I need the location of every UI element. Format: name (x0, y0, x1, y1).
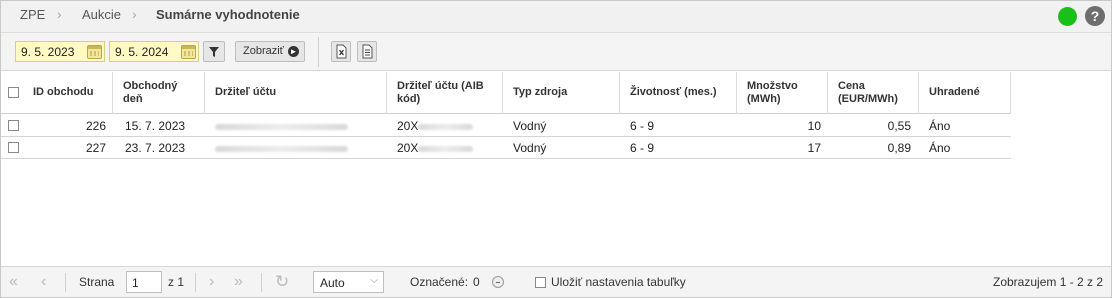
row-checkbox[interactable] (8, 120, 19, 131)
column-header-paid[interactable]: Uhradené (919, 72, 1011, 114)
pager-summary: Zobrazujem 1 - 2 z 2 (993, 275, 1104, 289)
cell-id: 227 (85, 141, 106, 155)
filter-button[interactable] (203, 41, 225, 62)
column-header-holder[interactable]: Držiteľ účtu (205, 72, 387, 114)
refresh-icon[interactable]: ↻ (275, 272, 289, 292)
calendar-icon[interactable] (181, 45, 196, 59)
date-from-field[interactable]: 9. 5. 2023 (15, 41, 105, 62)
selected-label: Označené: (410, 275, 469, 289)
header-bar: ZPE › Aukcie › Sumárne vyhodnotenie ? (1, 1, 1111, 33)
toolbar-divider (318, 37, 319, 67)
cell-paid: Áno (929, 141, 951, 155)
page-label: Strana (79, 275, 115, 289)
column-header-label: Typ zdroja (513, 86, 568, 98)
select-all-cell (1, 72, 23, 114)
cell-life: 6 - 9 (630, 141, 655, 155)
first-page-icon[interactable]: « (9, 273, 18, 291)
date-from-value: 9. 5. 2023 (21, 45, 75, 59)
cell-id: 226 (85, 119, 106, 133)
minus-circle-icon[interactable] (492, 276, 504, 288)
filter-icon (209, 47, 219, 57)
column-header-life[interactable]: Životnosť (mes.) (620, 72, 737, 114)
help-icon[interactable]: ? (1085, 6, 1105, 26)
redacted-holder (215, 124, 348, 130)
column-header-label: Množstvo (MWh) (747, 80, 798, 105)
column-header-label: Cena (EUR/MWh) (838, 80, 898, 105)
table-row[interactable]: 226 15. 7. 2023 20X Vodný 6 - 9 10 0,55 … (1, 115, 1011, 137)
column-header-label: Životnosť (mes.) (630, 86, 717, 98)
column-header-label: Držiteľ účtu (215, 86, 277, 98)
cell-aib-prefix: 20X (397, 141, 419, 155)
breadcrumb-separator-icon: › (132, 6, 137, 22)
document-export-icon (362, 44, 373, 59)
cell-day: 23. 7. 2023 (125, 141, 186, 155)
pager-divider (195, 273, 196, 292)
chevron-down-icon: ⌵ (370, 275, 378, 286)
page-input[interactable]: 1 (126, 271, 162, 293)
breadcrumb-zpe[interactable]: ZPE (20, 7, 45, 22)
cell-paid: Áno (929, 119, 951, 133)
cell-source: Vodný (513, 141, 547, 155)
page-size-select[interactable]: Auto ⌵ (313, 271, 384, 293)
column-header-label: Držiteľ účtu (AIB kód) (397, 80, 484, 105)
column-header-label: Obchodný deň (123, 80, 178, 105)
cell-day: 15. 7. 2023 (125, 119, 186, 133)
show-button-label: Zobraziť (243, 45, 284, 57)
selected-count: 0 (473, 275, 480, 289)
pager: « ‹ Strana 1 z 1 › » ↻ Auto ⌵ Označené: … (1, 266, 1111, 297)
export-document-button[interactable] (357, 41, 377, 62)
calendar-icon[interactable] (87, 45, 102, 59)
next-page-icon[interactable]: › (209, 273, 214, 291)
status-online-icon (1058, 7, 1077, 26)
cell-price: 0,55 (887, 119, 911, 133)
arrow-right-circle-icon: ► (288, 46, 299, 57)
column-header-source[interactable]: Typ zdroja (503, 72, 620, 114)
column-header-price[interactable]: Cena (EUR/MWh) (828, 72, 919, 114)
column-header-day[interactable]: Obchodný deň (113, 72, 205, 114)
cell-price: 0,89 (887, 141, 911, 155)
page-total-label: z 1 (168, 275, 185, 289)
column-header-label: ID obchodu (33, 86, 94, 98)
date-to-value: 9. 5. 2024 (115, 45, 169, 59)
table-header: ID obchodu Obchodný deň Držiteľ účtu Drž… (1, 72, 1011, 114)
row-checkbox[interactable] (8, 142, 19, 153)
cell-qty: 17 (807, 141, 821, 155)
page-title: Sumárne vyhodnotenie (156, 7, 300, 22)
column-header-aib[interactable]: Držiteľ účtu (AIB kód) (387, 72, 503, 114)
export-excel-button[interactable] (331, 41, 351, 62)
select-all-checkbox[interactable] (8, 87, 19, 98)
cell-source: Vodný (513, 119, 547, 133)
pager-divider (261, 273, 262, 292)
breadcrumb-aukcie[interactable]: Aukcie (82, 7, 121, 22)
column-header-id[interactable]: ID obchodu (23, 72, 113, 114)
redacted-aib (418, 124, 473, 130)
show-button[interactable]: Zobraziť ► (235, 41, 305, 62)
date-to-field[interactable]: 9. 5. 2024 (109, 41, 199, 62)
column-header-qty[interactable]: Množstvo (MWh) (737, 72, 828, 114)
save-settings-label[interactable]: Uložiť nastavenia tabuľky (551, 275, 686, 289)
redacted-holder (215, 146, 348, 152)
prev-page-icon[interactable]: ‹ (41, 273, 46, 291)
page-size-value: Auto (320, 276, 345, 290)
redacted-aib (418, 146, 473, 152)
table-row[interactable]: 227 23. 7. 2023 20X Vodný 6 - 9 17 0,89 … (1, 137, 1011, 159)
pager-divider (65, 273, 66, 292)
cell-aib-prefix: 20X (397, 119, 419, 133)
toolbar: 9. 5. 2023 9. 5. 2024 Zobraziť ► (1, 33, 1111, 71)
column-header-label: Uhradené (929, 86, 980, 98)
cell-life: 6 - 9 (630, 119, 655, 133)
window: ZPE › Aukcie › Sumárne vyhodnotenie ? 9.… (0, 0, 1112, 298)
breadcrumb-separator-icon: › (57, 6, 62, 22)
save-settings-checkbox[interactable] (535, 277, 546, 288)
last-page-icon[interactable]: » (234, 273, 243, 291)
cell-qty: 10 (807, 119, 821, 133)
excel-export-icon (336, 44, 347, 59)
